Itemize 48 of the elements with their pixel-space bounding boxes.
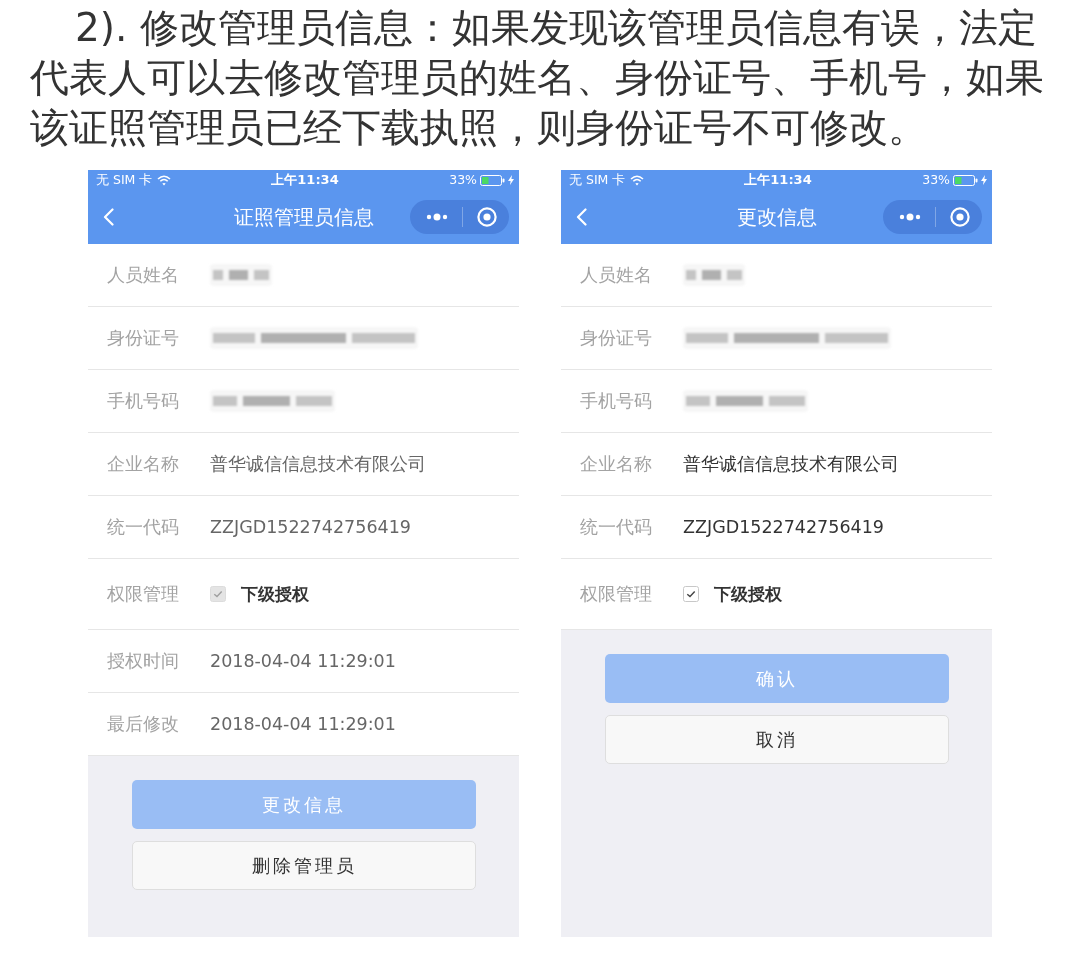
more-icon[interactable] — [899, 213, 921, 221]
more-icon[interactable] — [426, 213, 448, 221]
checkbox-label: 下级授权 — [714, 583, 782, 606]
field-label: 授权时间 — [107, 649, 180, 673]
field-value: 2018-04-04 11:29:01 — [210, 650, 396, 673]
circle-dot-icon[interactable] — [477, 207, 497, 227]
status-time: 上午11:34 — [744, 173, 812, 187]
wifi-icon — [630, 174, 645, 186]
field-label: 人员姓名 — [580, 263, 653, 287]
field-label: 统一代码 — [107, 515, 180, 539]
secondary-button[interactable]: 取消 — [605, 715, 949, 764]
blurred-value — [683, 264, 745, 286]
charging-bolt-icon — [508, 175, 514, 185]
battery-percent: 33% — [922, 173, 950, 187]
field-label: 最后修改 — [107, 712, 180, 736]
field-label: 身份证号 — [580, 326, 653, 350]
field-label: 人员姓名 — [107, 263, 180, 287]
field-value: 普华诚信信息技术有限公司 — [683, 453, 899, 476]
page-title: 更改信息 — [736, 204, 817, 230]
charging-bolt-icon — [981, 175, 987, 185]
wifi-icon — [157, 174, 172, 186]
checkbox-label: 下级授权 — [241, 583, 309, 606]
field-label: 统一代码 — [580, 515, 653, 539]
circle-dot-icon[interactable] — [950, 207, 970, 227]
battery-icon — [953, 174, 978, 186]
back-icon[interactable] — [576, 208, 587, 226]
field-value: 2018-04-04 11:29:01 — [210, 713, 396, 736]
field-label: 权限管理 — [580, 582, 653, 606]
field-label: 权限管理 — [107, 582, 180, 606]
field-value: ZZJGD1522742756419 — [683, 516, 884, 539]
secondary-button[interactable]: 删除管理员 — [132, 841, 476, 890]
page-title: 证照管理员信息 — [233, 204, 374, 230]
field-label: 手机号码 — [580, 389, 653, 413]
field-label: 手机号码 — [107, 389, 180, 413]
checkbox[interactable] — [683, 586, 699, 602]
description-paragraph: 2). 修改管理员信息：如果发现该管理员信息有误，法定代表人可以去修改管理员的姓名、身份证号、手机号，如果该证照管理员已经下载执照，则身份证号不可修改。 — [29, 4, 1045, 152]
carrier-text: 无 SIM 卡 — [96, 173, 153, 187]
field-label: 企业名称 — [107, 452, 180, 476]
field-value: 普华诚信信息技术有限公司 — [210, 453, 426, 476]
back-icon[interactable] — [103, 208, 114, 226]
battery-icon — [480, 174, 505, 186]
status-time: 上午11:34 — [271, 173, 339, 187]
battery-percent: 33% — [449, 173, 477, 187]
carrier-text: 无 SIM 卡 — [569, 173, 626, 187]
field-label: 企业名称 — [580, 452, 653, 476]
blurred-value — [210, 264, 272, 286]
field-label: 身份证号 — [107, 326, 180, 350]
field-value: ZZJGD1522742756419 — [210, 516, 411, 539]
